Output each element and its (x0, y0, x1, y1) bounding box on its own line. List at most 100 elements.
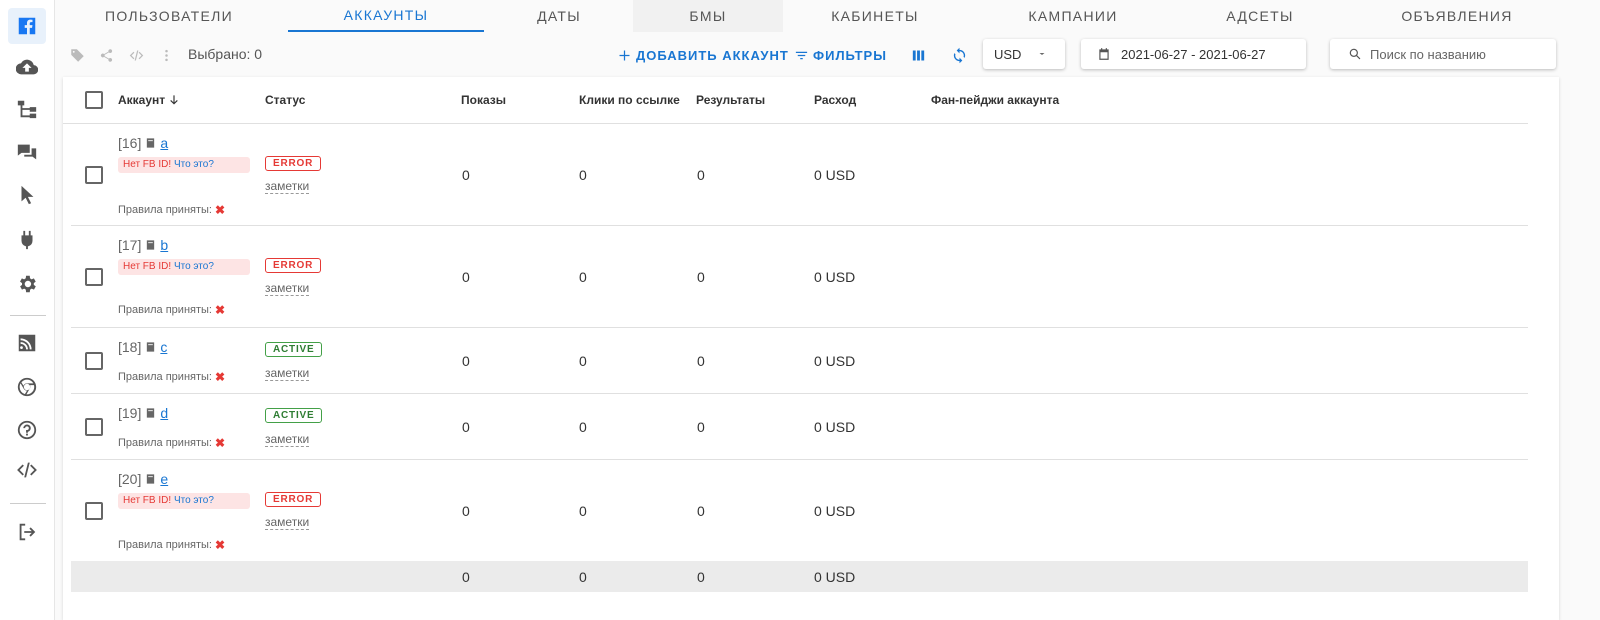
refresh-icon[interactable] (948, 45, 970, 65)
columns-icon[interactable] (907, 45, 929, 65)
account-name-link[interactable]: d (160, 405, 168, 421)
notes-link[interactable]: заметки (265, 515, 310, 530)
total-clicks: 0 (579, 569, 587, 585)
rss-icon[interactable] (8, 325, 46, 361)
account-name-link[interactable]: b (160, 237, 168, 253)
cursor-icon[interactable] (8, 177, 46, 213)
account-id-line: [20] e (118, 471, 168, 487)
table-header: Аккаунт Статус Показы Клики по ссылке Ре… (63, 77, 1528, 124)
hierarchy-icon[interactable] (8, 91, 46, 127)
select-all-checkbox[interactable] (85, 91, 103, 109)
plug-icon[interactable] (8, 222, 46, 258)
table-row: [19] d Правила приняты: ✖ ACTIVE заметки … (71, 394, 1528, 460)
chrome-icon[interactable] (8, 369, 46, 405)
code-icon[interactable] (8, 452, 46, 488)
sidebar (0, 0, 55, 620)
plus-icon (619, 50, 630, 60)
chat-icon[interactable] (8, 134, 46, 170)
what-is-it-link[interactable]: Что это? (174, 159, 214, 170)
notes-link[interactable]: заметки (265, 179, 310, 194)
results-value: 0 (697, 419, 705, 435)
cloud-upload-icon[interactable] (8, 49, 46, 85)
row-checkbox[interactable] (85, 166, 103, 184)
clicks-value: 0 (579, 167, 587, 183)
account-name-link[interactable]: a (160, 135, 168, 151)
rules-accepted: Правила приняты: ✖ (118, 370, 225, 384)
tab-users[interactable]: Пользователи (89, 0, 249, 32)
tab-bar: Пользователи Аккаунты Даты БМы Кабинеты … (55, 0, 1600, 32)
tab-ads[interactable]: Объявления (1377, 0, 1537, 32)
clicks-value: 0 (579, 419, 587, 435)
add-account-button[interactable]: ДОБАВИТЬ АККАУНТ (617, 45, 789, 65)
impressions-value: 0 (462, 167, 470, 183)
row-checkbox[interactable] (85, 352, 103, 370)
code-icon[interactable] (127, 46, 145, 64)
more-vert-icon[interactable] (157, 46, 175, 64)
accounts-table: Аккаунт Статус Показы Клики по ссылке Ре… (63, 77, 1559, 620)
logout-icon[interactable] (8, 514, 46, 550)
rules-label: Правила приняты: (118, 304, 212, 316)
tab-accounts[interactable]: Аккаунты (288, 0, 484, 32)
sidebar-divider (10, 315, 46, 316)
what-is-it-link[interactable]: Что это? (174, 495, 214, 506)
col-status[interactable]: Статус (265, 93, 305, 107)
status-badge: ACTIVE (265, 342, 323, 357)
rules-label: Правила приняты: (118, 204, 212, 216)
results-value: 0 (697, 353, 705, 369)
toolbar: Выбрано: 0 ДОБАВИТЬ АККАУНТ ФИЛЬТРЫ USD … (55, 38, 1600, 72)
tab-campaigns[interactable]: Кампании (995, 0, 1151, 32)
gear-icon[interactable] (8, 266, 46, 302)
account-name-link[interactable]: e (160, 471, 168, 487)
col-account-label: Аккаунт (118, 93, 166, 107)
share-icon[interactable] (97, 46, 115, 64)
results-value: 0 (697, 269, 705, 285)
tag-icon[interactable] (68, 46, 86, 64)
date-range-value: 2021-06-27 - 2021-06-27 (1121, 46, 1266, 62)
no-fb-id-warning: Нет FB ID! Что это? (118, 157, 250, 173)
filter-icon (795, 51, 808, 59)
tab-dates[interactable]: Даты (484, 0, 634, 32)
account-id: [17] (118, 237, 142, 253)
search-icon (1349, 48, 1361, 60)
rules-accepted: Правила приняты: ✖ (118, 203, 225, 217)
book-icon (147, 408, 155, 418)
book-icon (147, 474, 155, 484)
row-checkbox[interactable] (85, 268, 103, 286)
sidebar-divider (10, 503, 46, 504)
search-field[interactable] (1330, 39, 1556, 69)
rules-accepted: Правила приняты: ✖ (118, 436, 225, 450)
total-results: 0 (697, 569, 705, 585)
col-impressions[interactable]: Показы (461, 93, 506, 107)
date-range-picker[interactable]: 2021-06-27 - 2021-06-27 (1081, 39, 1306, 69)
filters-button[interactable]: ФИЛЬТРЫ (794, 45, 887, 65)
search-input[interactable] (1370, 46, 1550, 62)
no-fb-id-warning: Нет FB ID! Что это? (118, 493, 250, 509)
tab-cabinets[interactable]: Кабинеты (800, 0, 950, 32)
account-id: [19] (118, 405, 142, 421)
impressions-value: 0 (462, 503, 470, 519)
account-id: [20] (118, 471, 142, 487)
account-name-link[interactable]: c (160, 339, 167, 355)
table-row: [16] a Нет FB ID! Что это? Правила приня… (71, 124, 1528, 226)
tab-adsets[interactable]: Адсеты (1185, 0, 1335, 32)
dropdown-arrow-icon (1039, 53, 1045, 55)
col-results[interactable]: Результаты (696, 93, 765, 107)
no-fb-id-text: Нет FB ID! (123, 495, 172, 506)
row-checkbox[interactable] (85, 502, 103, 520)
account-id-line: [17] b (118, 237, 168, 253)
col-clicks[interactable]: Клики по ссылке (579, 93, 680, 107)
rules-label: Правила приняты: (118, 371, 212, 383)
row-checkbox[interactable] (85, 418, 103, 436)
notes-link[interactable]: заметки (265, 366, 310, 381)
tab-bms[interactable]: БМы (633, 0, 783, 32)
facebook-icon[interactable] (8, 8, 46, 44)
col-spend[interactable]: Расход (814, 93, 856, 107)
col-account[interactable]: Аккаунт (118, 93, 181, 107)
no-fb-id-warning: Нет FB ID! Что это? (118, 259, 250, 275)
what-is-it-link[interactable]: Что это? (174, 261, 214, 272)
cross-icon: ✖ (214, 436, 226, 450)
help-icon[interactable] (8, 412, 46, 448)
notes-link[interactable]: заметки (265, 432, 310, 447)
currency-select[interactable]: USD (983, 39, 1065, 69)
notes-link[interactable]: заметки (265, 281, 310, 296)
